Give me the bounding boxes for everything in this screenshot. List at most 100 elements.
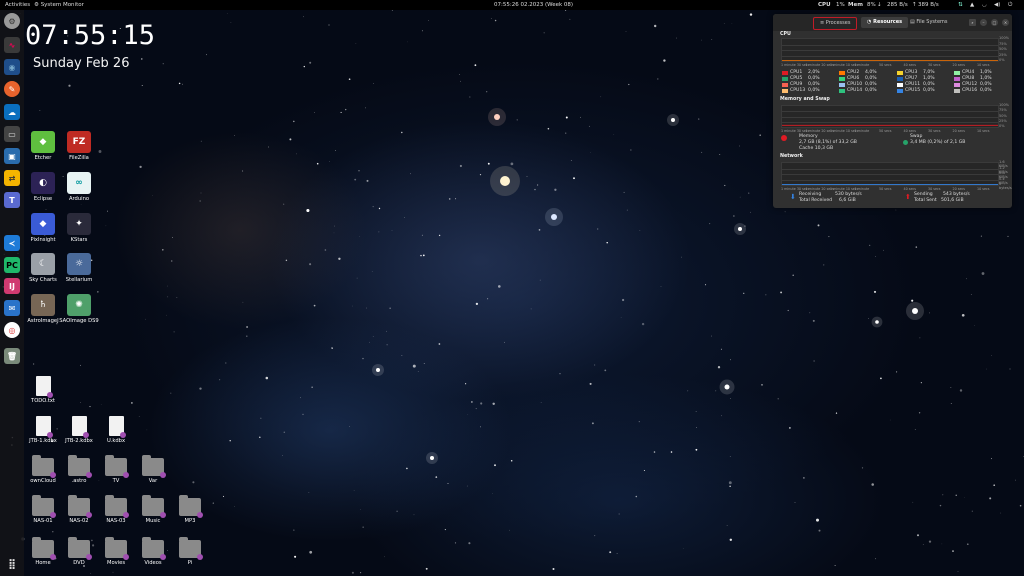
memory-pie-icon bbox=[781, 135, 787, 141]
virtualbox-icon[interactable]: ▣ bbox=[4, 148, 20, 164]
cpu-color-swatch[interactable] bbox=[839, 82, 845, 87]
desktop-icon-pixinsight[interactable]: ◆ PixInsight bbox=[23, 213, 63, 243]
cpu-legend-item[interactable]: CPU7 1,0% bbox=[897, 76, 935, 81]
vscode-icon[interactable]: ≺ bbox=[4, 235, 20, 251]
close-button[interactable]: × bbox=[1002, 19, 1009, 26]
tab-file-systems[interactable]: ▤ File Systems bbox=[904, 17, 954, 28]
desktop-icon-pi[interactable]: Pi bbox=[170, 537, 210, 566]
tab-processes[interactable]: ≡ Processes bbox=[813, 17, 858, 30]
cpu-legend-item[interactable]: CPU6 0,0% bbox=[839, 76, 877, 81]
desktop-icon-movies[interactable]: Movies bbox=[96, 537, 136, 566]
network-status-icon[interactable]: ⇅ bbox=[958, 0, 963, 10]
desktop-icon-stellarium[interactable]: ☼ Stellarium bbox=[59, 253, 99, 283]
desktop-icon-kstars[interactable]: ✦ KStars bbox=[59, 213, 99, 243]
net-up-arrow-icon: ↑ bbox=[912, 2, 917, 8]
tab-resources[interactable]: ◔ Resources bbox=[861, 17, 909, 28]
desktop-icon-videos[interactable]: Videos bbox=[133, 537, 173, 566]
cpu-color-swatch[interactable] bbox=[782, 82, 788, 87]
desktop-icon-arduino[interactable]: ∞ Arduino bbox=[59, 172, 99, 202]
desktop-icon-nas-01[interactable]: NAS-01 bbox=[23, 495, 63, 524]
cpu-color-swatch[interactable] bbox=[839, 76, 845, 81]
trash-icon[interactable]: 🗑 bbox=[4, 348, 20, 364]
desktop-icon-music[interactable]: Music bbox=[133, 495, 173, 524]
cpu-color-swatch[interactable] bbox=[782, 88, 788, 93]
cpu-color-swatch[interactable] bbox=[897, 76, 903, 81]
cpu-color-swatch[interactable] bbox=[839, 88, 845, 93]
cpu-legend-item[interactable]: CPU8 1,0% bbox=[954, 76, 992, 81]
desktop-icon-astroimagej[interactable]: ♄ AstroImageJ bbox=[23, 294, 63, 324]
desktop-icon-filezilla[interactable]: FZ FileZilla bbox=[59, 131, 99, 161]
desktop-icon-jtb-1-kdbx[interactable]: JTB-1.kdbx bbox=[23, 416, 63, 444]
cpu-color-swatch[interactable] bbox=[954, 82, 960, 87]
cpu-color-swatch[interactable] bbox=[897, 82, 903, 87]
remote-desktop-icon[interactable]: ⇄ bbox=[4, 170, 20, 186]
cpu-legend-item[interactable]: CPU13 0,0% bbox=[782, 88, 820, 93]
tray-icon[interactable]: ▲ bbox=[970, 0, 974, 10]
activities-button[interactable]: Activities bbox=[5, 0, 30, 10]
cpu-legend-item[interactable]: CPU10 0,0% bbox=[839, 82, 877, 87]
wifi-icon[interactable]: ◡ bbox=[982, 0, 987, 10]
desktop-icon-owncloud[interactable]: ownCloud bbox=[23, 455, 63, 484]
desktop-icon-jtb-2-kdbx[interactable]: JTB-2.kdbx bbox=[59, 416, 99, 444]
cpu-legend-item[interactable]: CPU15 0,0% bbox=[897, 88, 935, 93]
desktop-icon-dvd[interactable]: DVD bbox=[59, 537, 99, 566]
desktop-icon-astro[interactable]: .astro bbox=[59, 455, 99, 484]
cpu-legend-item[interactable]: CPU14 0,0% bbox=[839, 88, 877, 93]
cpu-legend-item[interactable]: CPU1 2,0% bbox=[782, 70, 820, 75]
desktop-icon-tv[interactable]: TV bbox=[96, 455, 136, 484]
cpu-color-swatch[interactable] bbox=[782, 76, 788, 81]
cpu-color-swatch[interactable] bbox=[954, 76, 960, 81]
cpu-legend-item[interactable]: CPU11 0,0% bbox=[897, 82, 935, 87]
cpu-color-swatch[interactable] bbox=[954, 70, 960, 75]
browser-icon[interactable]: ◉ bbox=[4, 59, 20, 75]
system-monitor-icon[interactable]: ∿ bbox=[4, 37, 20, 53]
folder-icon bbox=[179, 495, 203, 518]
cpu-value: 0,0% bbox=[865, 82, 877, 87]
desktop-icon-eclipse[interactable]: ◐ Eclipse bbox=[23, 172, 63, 202]
desktop-icon-etcher[interactable]: ◆ Etcher bbox=[23, 131, 63, 161]
desktop-icon-nas-03[interactable]: NAS-03 bbox=[96, 495, 136, 524]
settings-icon[interactable]: ⚙ bbox=[4, 13, 20, 29]
terminal-icon[interactable]: ▭ bbox=[4, 126, 20, 142]
power-icon[interactable]: ⏻ bbox=[1008, 0, 1012, 10]
system-monitor-window[interactable]: ≡ Processes ◔ Resources ▤ File Systems ⌕… bbox=[773, 14, 1012, 208]
cpu-legend-item[interactable]: CPU5 0,0% bbox=[782, 76, 820, 81]
cpu-color-swatch[interactable] bbox=[839, 70, 845, 75]
maximize-button[interactable]: □ bbox=[991, 19, 998, 26]
cpu-color-swatch[interactable] bbox=[782, 70, 788, 75]
cpu-color-swatch[interactable] bbox=[954, 88, 960, 93]
desktop-icon-mp3[interactable]: MP3 bbox=[170, 495, 210, 524]
desktop-icon-home[interactable]: Home bbox=[23, 537, 63, 566]
compass-icon[interactable]: ✎ bbox=[4, 81, 20, 97]
cpu-legend-item[interactable]: CPU16 0,0% bbox=[954, 88, 992, 93]
pycharm-icon[interactable]: PC bbox=[4, 257, 20, 273]
dock: ⚙ ∿ ◉ ✎ ☁ ▭ ▣ ⇄ T ≺ PC IJ ✉ ◎ 🗑 ⣿ bbox=[0, 10, 24, 576]
cpu-color-swatch[interactable] bbox=[897, 88, 903, 93]
clock-indicator[interactable]: 07:55:26 02.2023 (Week 08) bbox=[494, 0, 573, 10]
intellij-icon[interactable]: IJ bbox=[4, 278, 20, 294]
cpu-legend-item[interactable]: CPU3 7,0% bbox=[897, 70, 935, 75]
desktop-icon-u-kdbx[interactable]: U.kdbx bbox=[96, 416, 136, 444]
cloud-icon[interactable]: ☁ bbox=[4, 104, 20, 120]
cpu-legend-item[interactable]: CPU4 1,0% bbox=[954, 70, 992, 75]
teams-icon[interactable]: T bbox=[4, 192, 20, 208]
app-grid-icon[interactable]: ⣿ bbox=[4, 556, 20, 572]
chrome-icon[interactable]: ◎ bbox=[4, 322, 20, 338]
cpu-legend-item[interactable]: CPU2 4,0% bbox=[839, 70, 877, 75]
desktop-icon-todo-txt[interactable]: TODO.txt bbox=[23, 376, 63, 404]
chat-icon[interactable]: ✉ bbox=[4, 300, 20, 316]
cpu-color-swatch[interactable] bbox=[897, 70, 903, 75]
minimize-button[interactable]: – bbox=[980, 19, 987, 26]
cpu-indicator-label[interactable]: CPU bbox=[818, 0, 831, 10]
desktop-icon-sky-charts[interactable]: ☾ Sky Charts bbox=[23, 253, 63, 283]
search-icon[interactable]: ⌕ bbox=[969, 19, 976, 26]
cpu-legend-item[interactable]: CPU12 0,0% bbox=[954, 82, 992, 87]
desktop-icon-var[interactable]: Var bbox=[133, 455, 173, 484]
x-tick-label: 40 secs bbox=[903, 129, 917, 133]
mem-indicator-label[interactable]: Mem bbox=[848, 0, 863, 10]
app-menu[interactable]: ⚙ System Monitor bbox=[34, 0, 84, 10]
desktop-icon-nas-02[interactable]: NAS-02 bbox=[59, 495, 99, 524]
volume-icon[interactable]: ◀) bbox=[994, 0, 1000, 10]
desktop-icon-saoimage-ds9[interactable]: ✺ SAOImage DS9 bbox=[59, 294, 99, 324]
cpu-legend-item[interactable]: CPU9 0,0% bbox=[782, 82, 820, 87]
